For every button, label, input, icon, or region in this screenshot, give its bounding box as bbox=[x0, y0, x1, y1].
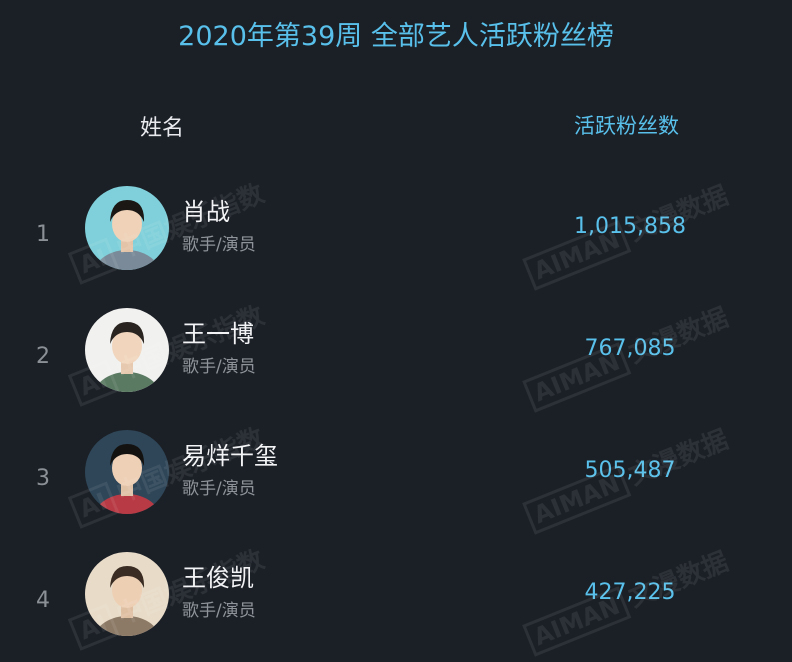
artist-name[interactable]: 肖战 bbox=[182, 192, 230, 227]
column-header-fans[interactable]: 活跃粉丝数 bbox=[574, 110, 679, 140]
fan-count: 505,487 bbox=[584, 458, 676, 483]
fan-count: 767,085 bbox=[584, 336, 676, 361]
artist-role: 歌手/演员 bbox=[182, 601, 256, 621]
artist-name[interactable]: 易烊千玺 bbox=[182, 436, 278, 471]
artist-role: 歌手/演员 bbox=[182, 479, 256, 499]
column-header-name[interactable]: 姓名 bbox=[140, 110, 184, 142]
list-item[interactable]: 3 易烊千玺 歌手/演员 505,487 bbox=[0, 430, 792, 540]
avatar[interactable] bbox=[85, 308, 169, 392]
rank-number: 3 bbox=[36, 466, 50, 491]
list-item[interactable]: 2 王一博 歌手/演员 767,085 bbox=[0, 308, 792, 418]
artist-name[interactable]: 王一博 bbox=[182, 314, 254, 349]
rank-number: 1 bbox=[36, 222, 50, 247]
artist-role: 歌手/演员 bbox=[182, 235, 256, 255]
avatar[interactable] bbox=[85, 552, 169, 636]
avatar[interactable] bbox=[85, 186, 169, 270]
rank-number: 2 bbox=[36, 344, 50, 369]
page-title: 2020年第39周 全部艺人活跃粉丝榜 bbox=[178, 21, 614, 52]
rank-number: 4 bbox=[36, 588, 50, 613]
list-item[interactable]: 1 肖战 歌手/演员 1,015,858 bbox=[0, 186, 792, 296]
artist-name[interactable]: 王俊凯 bbox=[182, 558, 254, 593]
avatar[interactable] bbox=[85, 430, 169, 514]
fan-count: 1,015,858 bbox=[574, 214, 686, 239]
fan-count: 427,225 bbox=[584, 580, 676, 605]
artist-role: 歌手/演员 bbox=[182, 357, 256, 377]
